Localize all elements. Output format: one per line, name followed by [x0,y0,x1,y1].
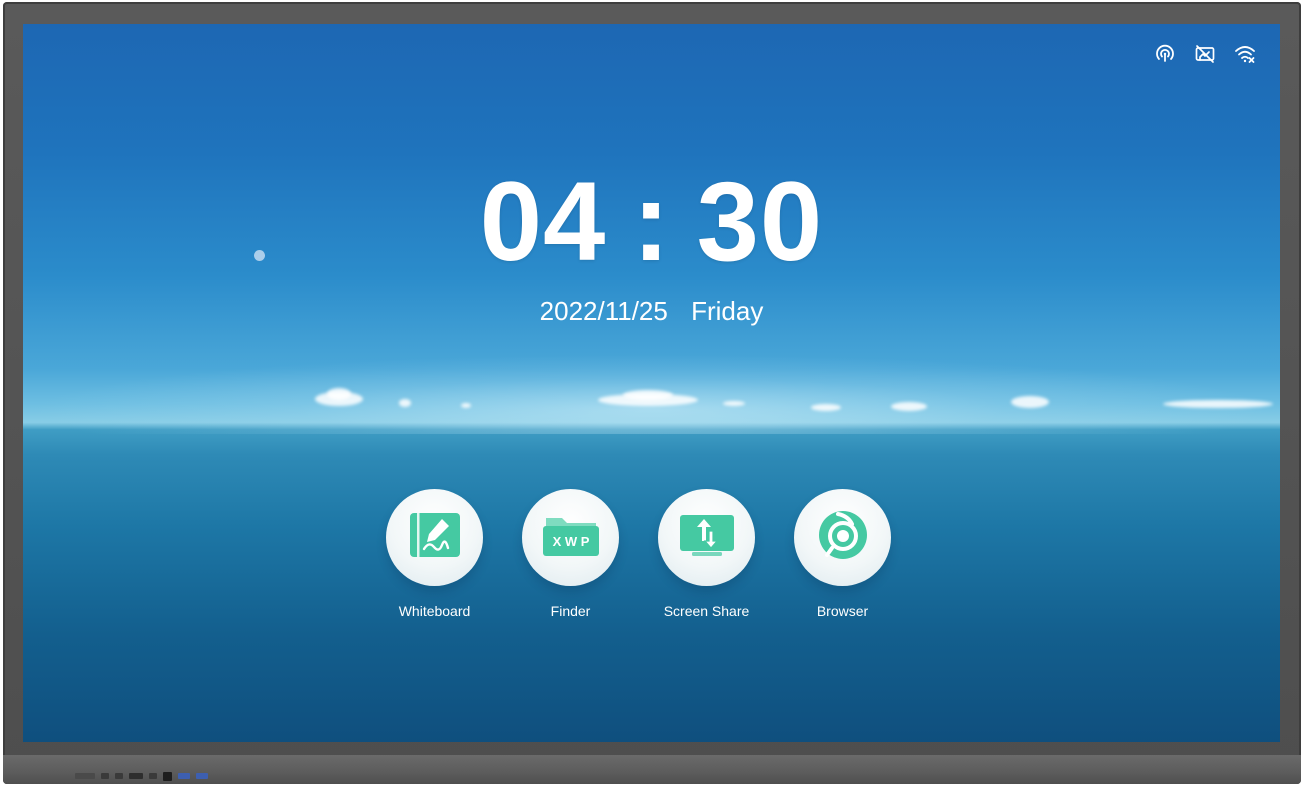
home-screen: 04:30 2022/11/25 Friday Whiteboard X W P… [23,24,1280,742]
cloud [1011,396,1049,408]
app-screen-share[interactable]: Screen Share [658,489,755,619]
cloud [399,399,411,407]
port [75,773,95,779]
cloud [461,403,471,408]
app-whiteboard-bubble[interactable] [386,489,483,586]
port [115,773,123,779]
app-browser-bubble[interactable] [794,489,891,586]
weekday-text: Friday [691,296,764,326]
clock: 04:30 [23,166,1280,278]
usb-port [196,773,208,779]
status-bar [1154,43,1256,65]
screen-share-disabled-icon[interactable] [1194,43,1216,65]
app-whiteboard[interactable]: Whiteboard [386,489,483,619]
app-finder[interactable]: X W P Finder [522,489,619,619]
date-text: 2022/11/25 [539,296,668,326]
cloud [811,404,841,411]
app-browser[interactable]: Browser [794,489,891,619]
app-dock: Whiteboard X W P Finder Screen Share Bro… [386,489,891,619]
wifi-disconnected-icon[interactable] [1234,43,1256,65]
clock-minutes: 30 [696,159,824,284]
port [101,773,109,779]
app-screen-share-bubble[interactable] [658,489,755,586]
lan-port [163,771,172,781]
app-finder-bubble[interactable]: X W P [522,489,619,586]
cloud [327,388,351,400]
cloud [1163,400,1273,408]
screen-share-icon [678,511,736,564]
hotspot-icon[interactable] [1154,43,1176,65]
cloud [723,401,745,406]
cloud [623,390,673,400]
folder-icon: X W P [541,512,601,563]
app-browser-label: Browser [816,603,869,619]
usb-port [178,773,190,779]
browser-icon [816,508,870,567]
folder-icon-text: X W P [552,534,589,549]
date-display: 2022/11/25 Friday [23,298,1280,324]
port [149,773,157,779]
clock-separator: : [632,159,671,284]
cloud [891,402,927,411]
hdmi-port [129,773,143,779]
app-whiteboard-label: Whiteboard [398,603,471,619]
app-finder-label: Finder [550,603,591,619]
clock-hours: 04 [479,159,607,284]
app-screen-share-label: Screen Share [663,603,750,619]
io-ports [75,771,208,781]
whiteboard-icon [407,509,463,566]
